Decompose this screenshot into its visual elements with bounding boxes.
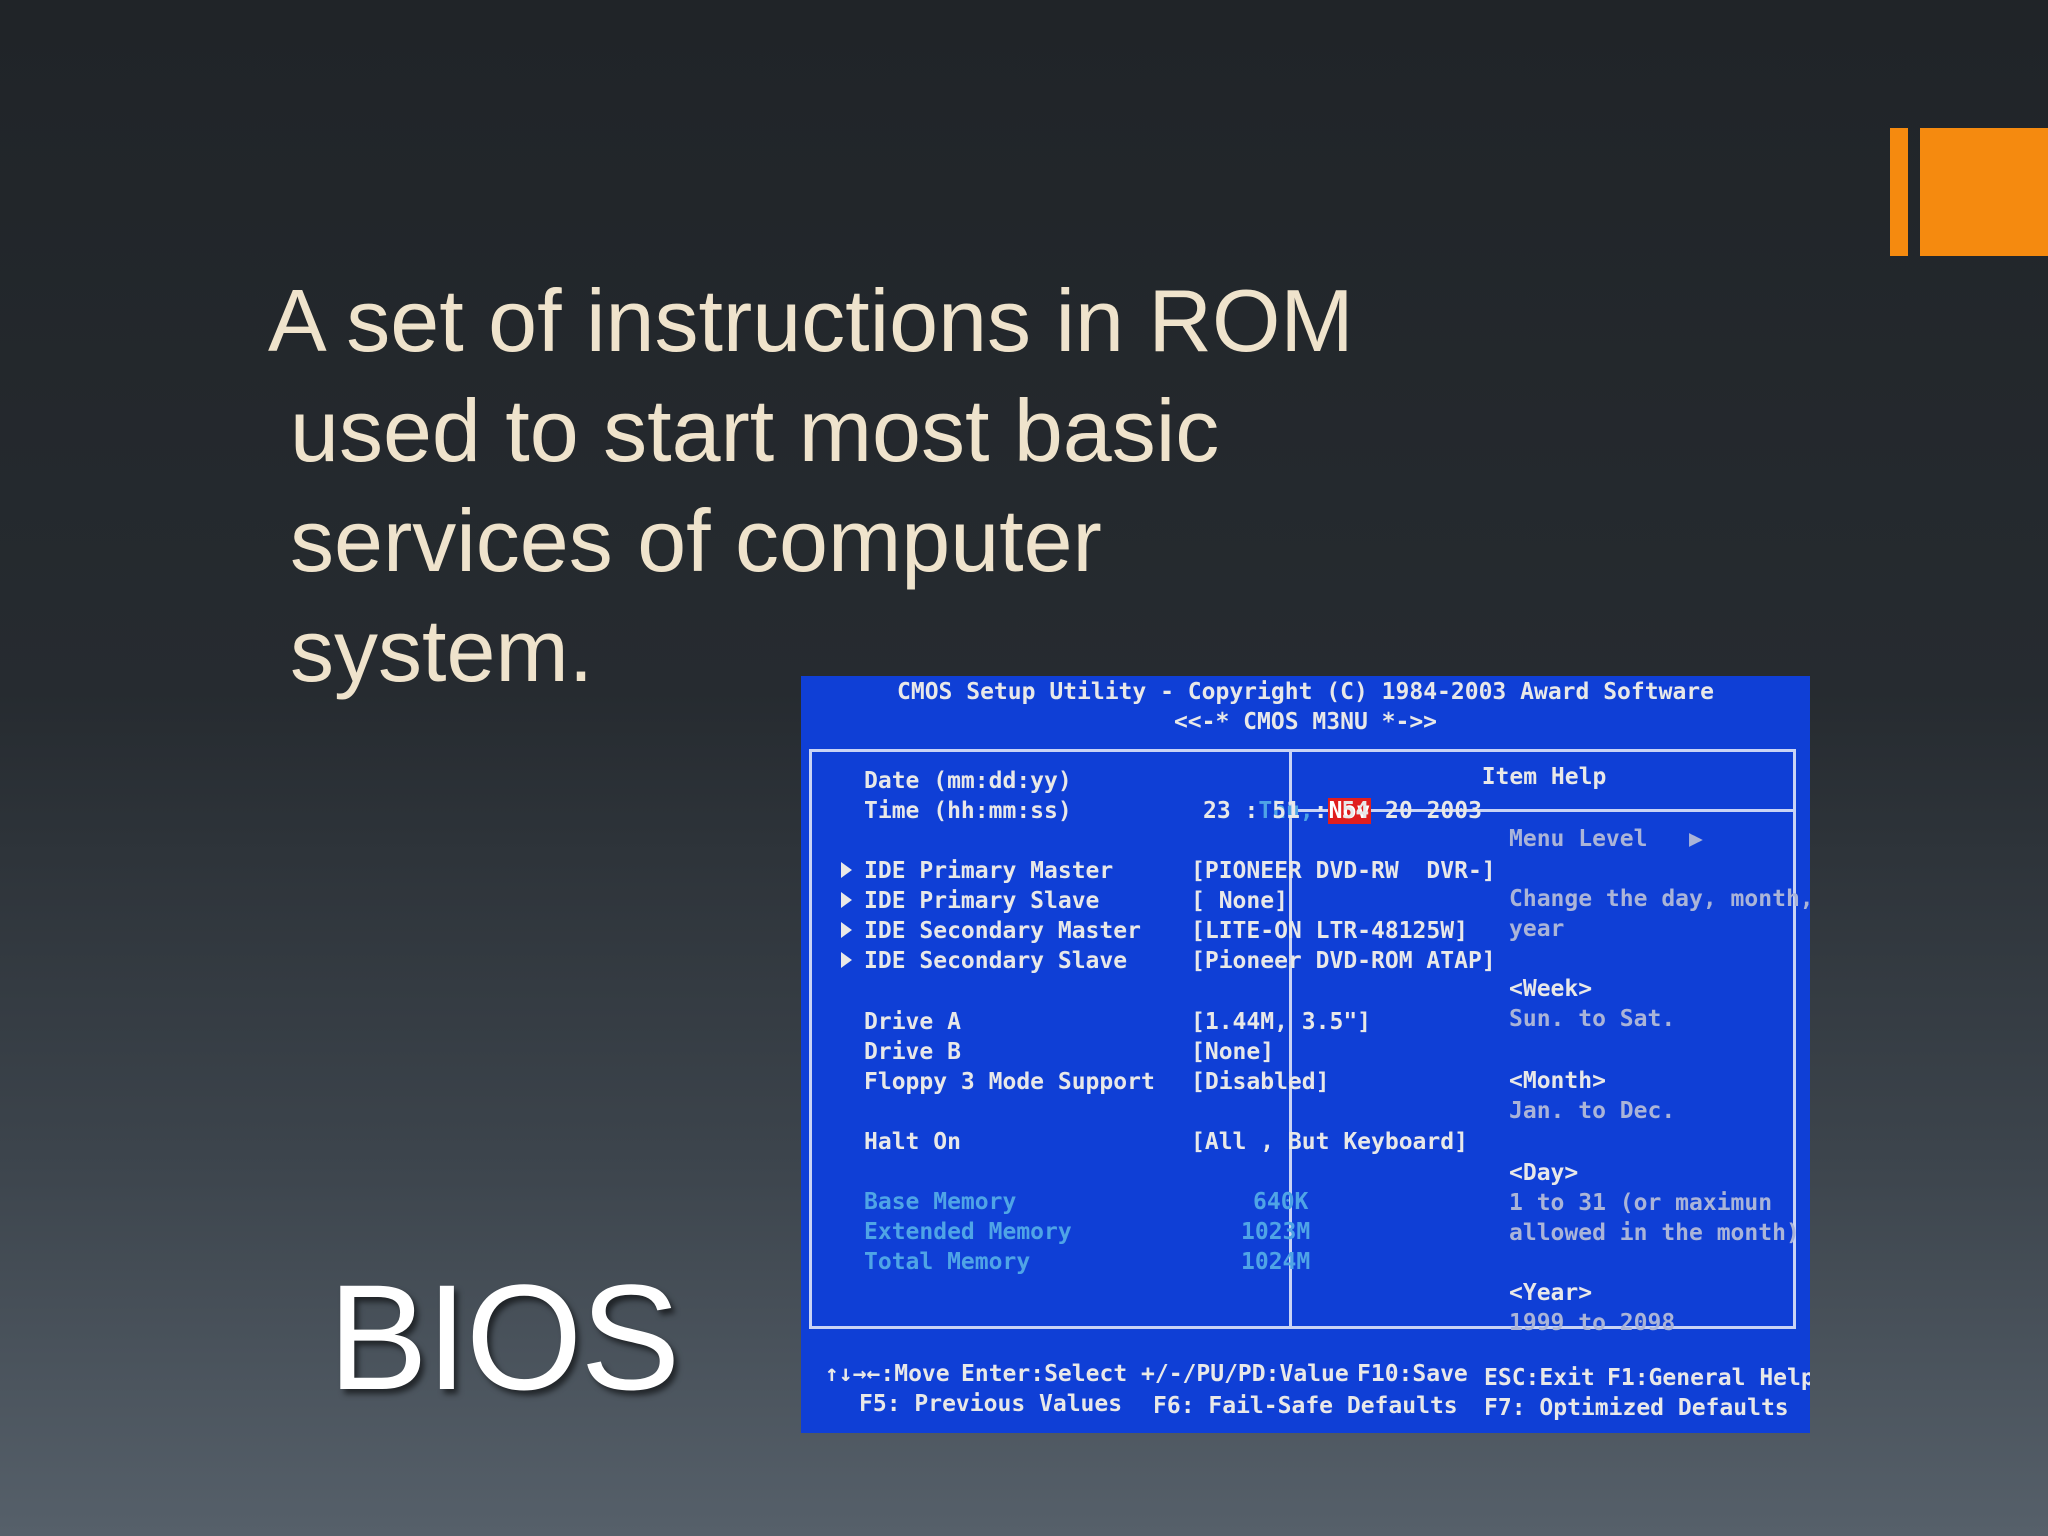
slide-title: BIOS [328, 1253, 680, 1421]
bios-drive-b-value[interactable]: [None] [1191, 1037, 1274, 1067]
body-line-1: A set of instructions in ROM [268, 271, 1354, 370]
bios-screenshot: CMOS Setup Utility - Copyright (C) 1984-… [801, 676, 1810, 1433]
bios-header-menu: <<-* CMOS M3NU *->> [1173, 709, 1438, 735]
submenu-arrow-icon [841, 922, 852, 938]
bios-total-memory-label: Total Memory [864, 1249, 1031, 1275]
bios-footer-move: ↑↓→←:Move [825, 1361, 950, 1387]
bios-help-day-value-1: 1 to 31 (or maximun [1509, 1190, 1773, 1216]
bios-extended-memory-value: 1023M [1241, 1219, 1311, 1245]
bios-halt-on-value[interactable]: [All , But Keyboard] [1191, 1127, 1468, 1157]
bios-time-label: Time (hh:mm:ss) [864, 798, 1072, 824]
submenu-arrow-icon [841, 952, 852, 968]
bios-ide-secondary-master-value[interactable]: [LITE-ON LTR-48125W] [1191, 916, 1468, 946]
bios-help-day-heading: <Day> [1509, 1160, 1579, 1186]
bios-base-memory-label: Base Memory [864, 1189, 1017, 1215]
submenu-arrow-icon [841, 892, 852, 908]
bios-help-week-heading: <Week> [1509, 976, 1593, 1002]
bios-ide-primary-master-label[interactable]: IDE Primary Master [864, 856, 1113, 886]
bios-footer-exit: ESC:Exit [1484, 1365, 1595, 1391]
bios-header-title: CMOS Setup Utility - Copyright (C) 1984-… [897, 679, 1714, 705]
bios-base-memory-value: 640K [1253, 1189, 1309, 1215]
bios-help-menu-level: Menu Level ▶ [1509, 826, 1703, 852]
bios-ide-secondary-slave-value[interactable]: [Pioneer DVD-ROM ATAP] [1191, 946, 1496, 976]
bios-footer-previous-values: F5: Previous Values [859, 1391, 1123, 1417]
bios-help-month-heading: <Month> [1509, 1068, 1606, 1094]
bios-ide-primary-slave-value[interactable]: [ None] [1191, 886, 1288, 916]
bios-help-year-value: 1999 to 2098 [1509, 1310, 1676, 1336]
bios-time-value[interactable]: 23 : 51 : 54 [1203, 796, 1369, 826]
bios-footer-optimized-defaults: F7: Optimized Defaults [1484, 1395, 1789, 1421]
bios-extended-memory-label: Extended Memory [864, 1219, 1072, 1245]
bios-footer-save: F10:Save [1357, 1361, 1468, 1387]
bios-halt-on-label[interactable]: Halt On [864, 1127, 961, 1157]
bios-date-rest: 20 2003 [1385, 798, 1482, 824]
bios-help-day-value-2: allowed in the month) [1509, 1220, 1800, 1246]
bios-ide-primary-slave-label[interactable]: IDE Primary Slave [864, 886, 1099, 916]
body-line-2: used to start most basic [290, 381, 1220, 480]
accent-bar-thick [1920, 128, 2048, 256]
bios-date-label: Date (mm:dd:yy) [864, 768, 1072, 794]
submenu-arrow-icon [841, 862, 852, 878]
bios-help-week-value: Sun. to Sat. [1509, 1006, 1676, 1032]
bios-footer-select: Enter:Select [961, 1361, 1128, 1387]
bios-floppy-value[interactable]: [Disabled] [1191, 1067, 1329, 1097]
bios-total-memory-value: 1024M [1241, 1249, 1311, 1275]
bios-ide-secondary-master-label[interactable]: IDE Secondary Master [864, 916, 1141, 946]
bios-footer-value: +/-/PU/PD:Value [1141, 1361, 1349, 1387]
bios-drive-a-value[interactable]: [1.44M, 3.5"] [1191, 1007, 1371, 1037]
slide-body-text: A set of instructions in ROM used to sta… [268, 266, 1468, 706]
accent-bar-thin [1890, 128, 1908, 256]
bios-footer-general-help: F1:General Help [1607, 1365, 1810, 1391]
bios-drive-b-label[interactable]: Drive B [864, 1037, 961, 1067]
bios-ide-secondary-slave-label[interactable]: IDE Secondary Slave [864, 946, 1127, 976]
bios-floppy-label[interactable]: Floppy 3 Mode Support [864, 1067, 1155, 1097]
bios-help-month-value: Jan. to Dec. [1509, 1098, 1676, 1124]
bios-ide-primary-master-value[interactable]: [PIONEER DVD-RW DVR-] [1191, 856, 1496, 886]
bios-help-desc-1: Change the day, month, [1509, 886, 1810, 912]
bios-help-desc-2: year [1509, 916, 1565, 942]
bios-drive-a-label[interactable]: Drive A [864, 1007, 961, 1037]
bios-footer-failsafe-defaults: F6: Fail-Safe Defaults [1153, 1393, 1458, 1419]
bios-help-year-heading: <Year> [1509, 1280, 1593, 1306]
body-line-3: services of computer [290, 491, 1102, 590]
